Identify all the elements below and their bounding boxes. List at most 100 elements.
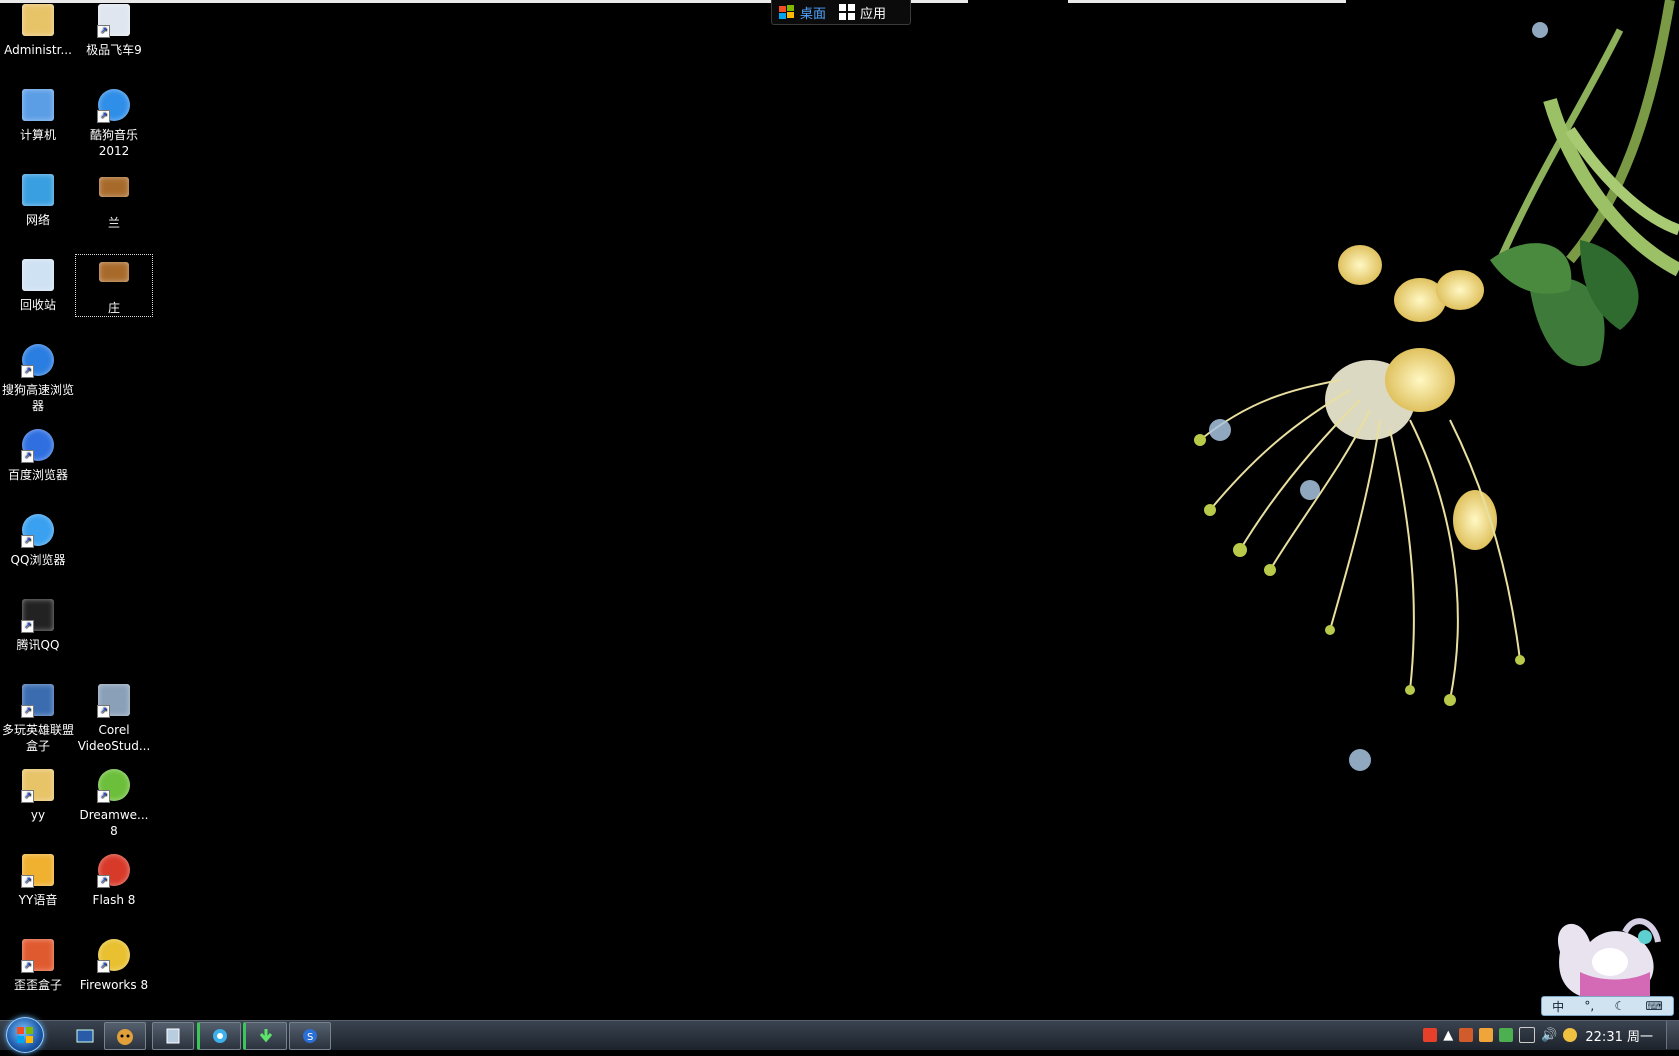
tray-app-icon[interactable]: [1459, 1028, 1474, 1042]
ime-toolbar[interactable]: 中 °, ☾ ⌨: [1541, 996, 1674, 1016]
desktop-icon-label: 搜狗高速浏览 器: [1, 383, 74, 413]
desktop-icon-label: 腾讯QQ: [16, 638, 60, 652]
desktop-icon[interactable]: ↗ 酷狗音乐 2012: [76, 85, 152, 159]
desktop-icon[interactable]: ↗ Flash 8: [76, 850, 152, 908]
taskbar-browser[interactable]: [197, 1022, 241, 1050]
desktop-icon[interactable]: 网络: [0, 170, 76, 228]
browser-icon: [213, 1029, 227, 1043]
shortcut-arrow-icon: ↗: [21, 875, 34, 888]
desktop-icon[interactable]: 回收站: [0, 255, 76, 313]
shortcut-arrow-icon: ↗: [97, 875, 110, 888]
system-tray: ▲ 🔊 22:31 周一: [1423, 1022, 1653, 1048]
desktop-icon-label: 歪歪盒子: [13, 978, 62, 992]
desktop-icon[interactable]: ↗ Dreamwe... 8: [76, 765, 152, 839]
folder-shortcut-icon: ↗: [21, 769, 55, 803]
sogou-browser-icon: ↗: [21, 344, 55, 378]
desktop-icon-label: Dreamwe... 8: [79, 808, 149, 838]
desktop-icon-label: 酷狗音乐 2012: [89, 128, 138, 158]
windows-start-icon: [17, 1027, 33, 1043]
desktop-tab[interactable]: 桌面: [772, 0, 832, 24]
keyboard-icon[interactable]: ⌨: [1646, 999, 1663, 1013]
desktop-icon[interactable]: ↗ 百度浏览器: [0, 425, 76, 483]
cat-app-icon: [117, 1029, 133, 1045]
shortcut-doc-icon: ↗: [97, 4, 131, 38]
baidu-browser-icon: ↗: [21, 429, 55, 463]
desktop-icon[interactable]: ↗ 搜狗高速浏览 器: [0, 340, 76, 414]
desktop-icon-label: Corel VideoStud...: [77, 723, 151, 753]
computer-icon: [21, 89, 55, 123]
desktop-icon[interactable]: ↗ 腾讯QQ: [0, 595, 76, 653]
yy-voice-icon: ↗: [21, 854, 55, 888]
desktop-app-switcher: 桌面 应用: [771, 0, 911, 25]
shortcut-arrow-icon: ↗: [21, 790, 34, 803]
taskbar-cat-app[interactable]: [104, 1022, 146, 1050]
recycle-bin-icon: [21, 259, 55, 293]
taskbar-notepad[interactable]: [152, 1022, 194, 1050]
desktop-icon[interactable]: 计算机: [0, 85, 76, 143]
apps-grid-icon: [839, 4, 856, 20]
desktop-icon[interactable]: ↗ 极品飞车9: [76, 0, 152, 58]
desktop-icon[interactable]: ↗ YY语音: [0, 850, 76, 908]
desktop-icon[interactable]: 兰: [76, 170, 152, 231]
weather-icon[interactable]: [1563, 1028, 1578, 1042]
kugou-icon: ↗: [97, 89, 131, 123]
apps-tab[interactable]: 应用: [832, 0, 892, 24]
desktop-icon-label: QQ浏览器: [10, 553, 66, 567]
shortcut-arrow-icon: ↗: [21, 450, 34, 463]
shortcut-arrow-icon: ↗: [97, 790, 110, 803]
download-icon: [259, 1029, 273, 1043]
sogou-icon: S: [303, 1029, 317, 1043]
desktop-icon[interactable]: ↗ yy: [0, 765, 76, 823]
image-thumb-icon: [97, 177, 131, 211]
windows-logo-icon: [779, 5, 794, 19]
ime-mode-label[interactable]: 中: [1552, 998, 1564, 1015]
qq-browser-icon: ↗: [21, 514, 55, 548]
desktop-icon[interactable]: ↗ 歪歪盒子: [0, 935, 76, 993]
desktop-icon-label: Flash 8: [92, 893, 136, 907]
apps-tab-label: 应用: [860, 6, 887, 22]
image-thumb-icon: [97, 262, 131, 296]
desktop-icon[interactable]: Administr...: [0, 0, 76, 58]
desktop-icon-label: YY语音: [18, 893, 58, 907]
dreamweaver-icon: ↗: [97, 769, 131, 803]
desktop-tab-label: 桌面: [800, 6, 827, 22]
taskbar-sogou[interactable]: S: [289, 1022, 331, 1050]
desktop-icon-label: 百度浏览器: [7, 468, 68, 482]
desktop-icon-label: yy: [30, 808, 46, 822]
shortcut-arrow-icon: ↗: [21, 365, 34, 378]
tray-app-icon[interactable]: [1479, 1028, 1494, 1042]
network-icon: [21, 174, 55, 208]
volume-icon[interactable]: 🔊: [1541, 1028, 1557, 1043]
shortcut-arrow-icon: ↗: [97, 960, 110, 973]
desktop-icon[interactable]: ↗ Fireworks 8: [76, 935, 152, 993]
shortcut-arrow-icon: ↗: [21, 705, 34, 718]
show-desktop-button[interactable]: [1666, 1021, 1679, 1049]
sogou-ime-icon[interactable]: [1423, 1028, 1438, 1042]
shortcut-arrow-icon: ↗: [21, 960, 34, 973]
desktop-icon[interactable]: 庄: [75, 254, 153, 317]
window-switch-icon: [76, 1029, 94, 1043]
desktop-icon-label: 庄: [107, 301, 120, 315]
duowan-box-icon: ↗: [21, 684, 55, 718]
desktop-icon[interactable]: ↗ 多玩英雄联盟 盒子: [0, 680, 76, 754]
tray-expand-icon[interactable]: ▲: [1443, 1028, 1453, 1043]
shortcut-arrow-icon: ↗: [21, 620, 34, 633]
shortcut-arrow-icon: ↗: [21, 535, 34, 548]
svg-text:S: S: [307, 1032, 313, 1043]
moon-icon[interactable]: ☾: [1615, 999, 1626, 1013]
desktop-icon[interactable]: ↗ Corel VideoStud...: [76, 680, 152, 754]
start-button[interactable]: [6, 1017, 44, 1053]
desktop-icon-label: 极品飞车9: [86, 43, 142, 57]
shortcut-arrow-icon: ↗: [97, 110, 110, 123]
taskbar-window-switch[interactable]: [64, 1022, 106, 1050]
network-status-icon[interactable]: [1519, 1027, 1536, 1043]
desktop-icon-label: Administr...: [4, 43, 72, 57]
fireworks-icon: ↗: [97, 939, 131, 973]
punctuation-icon[interactable]: °,: [1584, 999, 1594, 1013]
taskbar-download[interactable]: [243, 1022, 287, 1050]
clock[interactable]: 22:31 周一: [1585, 1026, 1653, 1045]
corel-video-icon: ↗: [97, 684, 131, 718]
security-icon[interactable]: [1499, 1028, 1514, 1042]
desktop-icon[interactable]: ↗ QQ浏览器: [0, 510, 76, 568]
shortcut-arrow-icon: ↗: [97, 705, 110, 718]
